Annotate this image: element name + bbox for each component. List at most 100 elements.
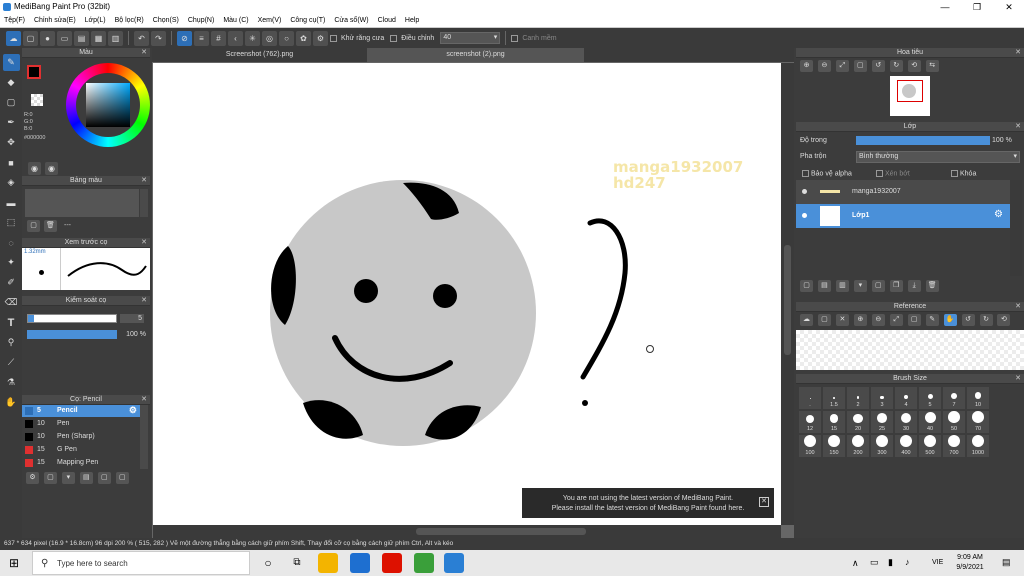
brush-cloud-icon[interactable]: ⚙ (26, 472, 39, 484)
menu-filter[interactable]: Bộ lọc(R) (115, 17, 144, 24)
select-tool-icon[interactable]: ⬚ (3, 214, 20, 231)
canvas-horizontal-scrollbar[interactable] (153, 525, 781, 538)
size-slider[interactable] (27, 314, 117, 323)
menu-file[interactable]: Tệp(F) (4, 17, 25, 24)
layer-row[interactable]: manga1932007 (796, 180, 1010, 204)
magic-wand-icon[interactable]: ✦ (3, 254, 20, 271)
brush-size-cell[interactable]: 5 (918, 386, 942, 410)
brush-size-cell[interactable]: 4 (894, 386, 918, 410)
medibang-taskbar-icon[interactable] (444, 553, 464, 573)
brush-size-cell[interactable]: 2 (846, 386, 870, 410)
canvas-vertical-scrollbar[interactable] (781, 63, 794, 525)
bucket-tool-icon[interactable]: ◈ (3, 174, 20, 191)
reference-rotate-left-icon[interactable]: ↺ (961, 314, 975, 326)
fill-shape-icon[interactable]: ■ (3, 154, 20, 171)
reference-zoom-out-icon[interactable]: ⊖ (871, 314, 885, 326)
brush-size-cell[interactable]: 1.5 (822, 386, 846, 410)
undo-icon[interactable]: ↶ (134, 30, 149, 46)
navigator-thumbnail[interactable] (890, 76, 930, 116)
layer-row[interactable]: Lớp1 ⚙ (796, 204, 1010, 228)
blend-select[interactable]: Bình thường (856, 151, 1020, 163)
volume-icon[interactable]: ♪ (905, 557, 910, 567)
layer-settings-icon[interactable]: ⚙ (994, 209, 1003, 220)
circle-snap-icon[interactable]: ○ (279, 30, 294, 46)
adjust-select[interactable]: 40 (440, 32, 501, 44)
eraser-tool-icon[interactable]: ◆ (3, 74, 20, 91)
text-tool-icon[interactable]: T (3, 314, 20, 331)
eyedropper-icon[interactable]: ⚗ (3, 374, 20, 391)
menu-cloud[interactable]: Cloud (378, 17, 396, 24)
brush-list-item[interactable]: 10 Pen (Sharp) (22, 431, 140, 443)
comment-icon[interactable]: ▭ (57, 30, 72, 46)
brush-size-cell[interactable]: 400 (894, 434, 918, 458)
adjust-checkbox[interactable] (390, 34, 398, 42)
clipping-option[interactable]: Xén bớt (876, 170, 910, 177)
menu-window[interactable]: Cửa sổ(W) (334, 17, 368, 24)
zoom-in-icon[interactable]: ⊕ (800, 60, 813, 72)
menu-select[interactable]: Chọn(S) (153, 17, 179, 24)
delete-brush-icon[interactable]: ▢ (115, 472, 129, 484)
brush-list-scrollbar[interactable] (140, 405, 148, 469)
brush-size-cell[interactable]: 70 (966, 410, 990, 434)
reference-zoom-in-icon[interactable]: ⊕ (853, 314, 867, 326)
visibility-icon[interactable] (802, 189, 807, 194)
brush-size-cell[interactable]: 25 (870, 410, 894, 434)
redo-icon[interactable]: ↷ (151, 30, 166, 46)
brush-size-cell[interactable]: 700 (942, 434, 966, 458)
curve-snap-icon[interactable]: ✿ (296, 30, 311, 46)
reference-close-icon[interactable]: ✕ (835, 314, 849, 326)
minimize-button[interactable]: — (930, 1, 960, 13)
layer-scrollbar[interactable] (1010, 180, 1022, 276)
menu-snap[interactable]: Chụp(N) (188, 17, 214, 24)
menu-tools[interactable]: Công cụ(T) (290, 17, 325, 24)
battery-icon[interactable]: ▮ (888, 557, 893, 568)
brush-size-cell[interactable]: 20 (846, 410, 870, 434)
panel-close-icon[interactable]: ✕ (1015, 374, 1021, 384)
brush-size-cell[interactable]: 500 (918, 434, 942, 458)
notification-close-button[interactable]: ✕ (759, 497, 769, 507)
focus-snap-icon[interactable]: ◎ (262, 30, 277, 46)
reference-open-icon[interactable]: ▢ (817, 314, 831, 326)
brush-list-item[interactable]: 5 Pencil ⚙ (22, 405, 140, 417)
color-mode-icon[interactable]: ◉ (28, 162, 41, 175)
background-color-swatch[interactable] (31, 94, 43, 106)
tab-screenshot-762[interactable]: Screenshot (762).png (152, 48, 368, 62)
flip-icon[interactable]: ⇆ (925, 60, 939, 72)
grid-icon[interactable]: ▥ (108, 30, 123, 46)
snap-checkbox[interactable] (511, 34, 519, 42)
panel-close-icon[interactable]: ✕ (141, 296, 147, 306)
panel-close-icon[interactable]: ✕ (141, 238, 147, 248)
brush-list-item[interactable]: 15 Mapping Pen (22, 457, 140, 469)
antialias-checkbox[interactable] (330, 34, 337, 42)
brush-menu-icon[interactable]: ▾ (61, 472, 75, 484)
merge-layer-icon[interactable]: ⤓ (907, 280, 921, 292)
brush-size-cell[interactable]: 1000 (966, 434, 990, 458)
actual-size-icon[interactable]: ▢ (853, 60, 867, 72)
layer-menu-icon[interactable]: ▾ (853, 280, 867, 292)
brush-size-cell[interactable]: 300 (870, 434, 894, 458)
clipping-checkbox[interactable] (876, 170, 883, 177)
gradient-tool-icon[interactable]: ▬ (3, 194, 20, 211)
add-brush-icon[interactable]: ▢ (43, 472, 57, 484)
reference-cloud-icon[interactable]: ☁ (800, 314, 813, 326)
panel-close-icon[interactable]: ✕ (141, 48, 147, 58)
taskbar-search-input[interactable]: ⚲ Type here to search (32, 551, 250, 575)
brush-size-cell[interactable]: 30 (894, 410, 918, 434)
brush-list-item[interactable]: 10 Pen (22, 418, 140, 430)
settings-icon[interactable]: ⚙ (313, 30, 328, 46)
reference-eyedropper-icon[interactable]: ✎ (925, 314, 939, 326)
reference-rotate-right-icon[interactable]: ↻ (979, 314, 993, 326)
layer-opacity-slider[interactable] (856, 136, 990, 145)
operation-tool-icon[interactable]: ⚲ (3, 334, 20, 351)
brush-tool-icon[interactable]: ✎ (2, 54, 20, 71)
copy-brush-icon[interactable]: ▤ (79, 472, 93, 484)
hand-tool-icon[interactable]: ✋ (3, 394, 20, 411)
reference-fit-icon[interactable]: ⤢ (889, 314, 903, 326)
duplicate-layer-icon[interactable]: ❐ (889, 280, 903, 292)
rectangle-select-icon[interactable]: ▢ (3, 94, 20, 111)
panel-close-icon[interactable]: ✕ (141, 176, 147, 186)
divide-tool-icon[interactable]: ⟋ (3, 354, 20, 371)
reference-area[interactable] (796, 330, 1024, 370)
tab-screenshot-2[interactable]: screenshot (2).png (368, 48, 584, 62)
delete-palette-icon[interactable]: 🗑 (44, 220, 57, 232)
